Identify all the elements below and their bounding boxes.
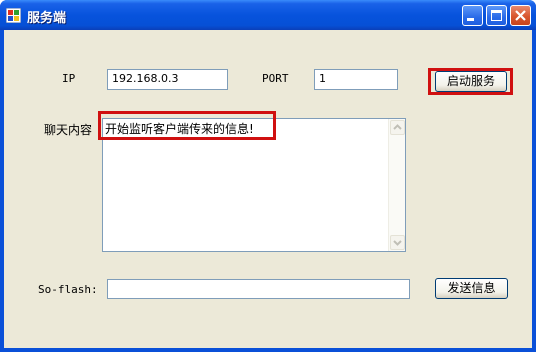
chat-content-label: 聊天内容 — [44, 123, 93, 137]
send-message-input[interactable] — [107, 279, 410, 299]
ip-label: IP — [62, 72, 76, 85]
chat-scrollbar[interactable] — [388, 119, 405, 251]
app-icon — [6, 8, 21, 23]
port-input-value: 1 — [319, 72, 326, 85]
maximize-button[interactable] — [486, 5, 507, 26]
close-button[interactable] — [510, 5, 531, 26]
minimize-icon — [467, 18, 474, 21]
port-label: PORT — [262, 72, 289, 85]
ip-input-value: 192.168.0.3 — [112, 72, 179, 85]
port-input[interactable]: 1 — [314, 69, 398, 90]
title-bar[interactable]: 服务端 — [0, 0, 536, 30]
maximize-icon — [491, 10, 502, 21]
ip-input[interactable]: 192.168.0.3 — [107, 69, 228, 90]
form-client-area: IP 192.168.0.3 PORT 1 启动服务 聊天内容 开始监听客户端传… — [4, 30, 532, 348]
send-label: So-flash: — [38, 283, 98, 296]
scroll-down-button[interactable] — [390, 235, 405, 250]
app-window: 服务端 IP 192.168.0.3 PORT 1 启动服务 聊天内容 开始监听… — [0, 0, 536, 352]
close-icon — [515, 10, 526, 21]
minimize-button[interactable] — [462, 5, 483, 26]
send-message-button[interactable]: 发送信息 — [435, 278, 508, 299]
scroll-up-button[interactable] — [390, 120, 405, 135]
start-service-button[interactable]: 启动服务 — [435, 71, 507, 92]
window-title: 服务端 — [27, 11, 67, 26]
chevron-up-icon — [393, 124, 402, 130]
chevron-down-icon — [393, 240, 402, 246]
chat-content-text: 开始监听客户端传来的信息! — [105, 122, 254, 136]
